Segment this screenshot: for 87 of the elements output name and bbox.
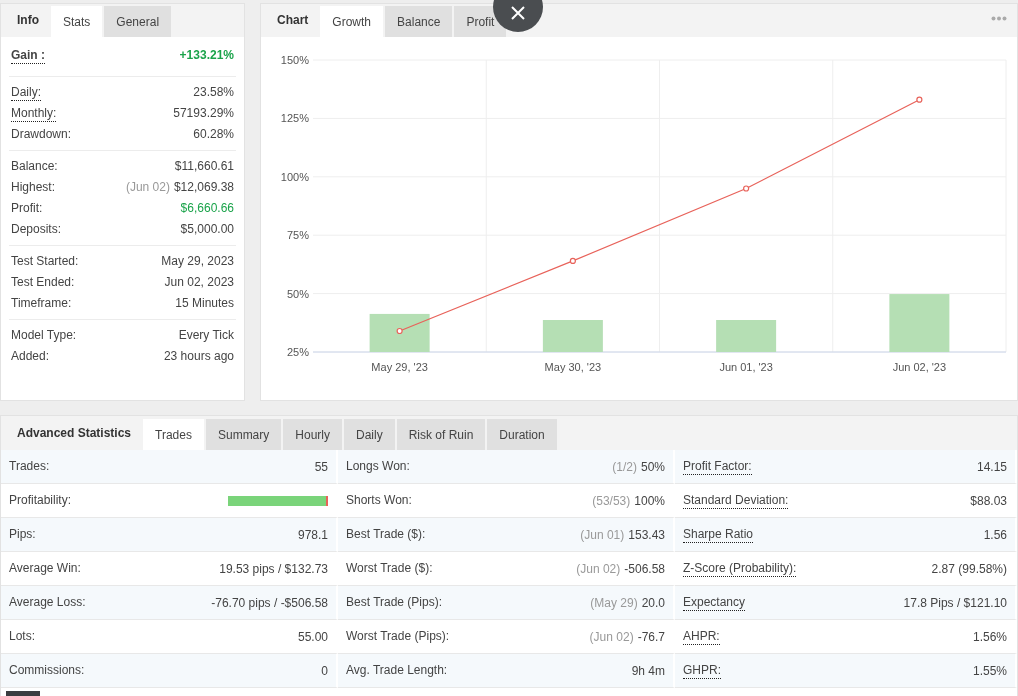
stat-label: Trades:: [9, 458, 50, 475]
stat-value: $12,069.38: [173, 179, 234, 196]
panel-heading: Advanced Statistics: [16, 425, 133, 442]
stat-label: Gain :: [11, 48, 45, 64]
stat-label: Test Started:: [11, 254, 79, 270]
stat-label: Average Loss:: [9, 594, 86, 611]
stat-label: Model Type:: [11, 328, 77, 344]
stat-date: (Jun 02): [576, 561, 621, 576]
stat-label: Daily:: [11, 85, 41, 101]
axis-label: 25%: [286, 346, 309, 358]
stat-label: Drawdown:: [11, 127, 72, 143]
stat-value: 100%: [634, 493, 665, 508]
stat-value: 55.00: [297, 629, 328, 644]
axis-label: May 29, '23: [371, 361, 428, 373]
stat-label: Deposits:: [11, 222, 62, 238]
stat-value: 1.55%: [972, 663, 1007, 678]
stat-value: 153.43: [628, 527, 665, 542]
stat-label: AHPR:: [683, 628, 720, 645]
stat-label: Best Trade ($):: [346, 526, 426, 543]
stat-label: Worst Trade (Pips):: [346, 628, 450, 645]
stat-label: Worst Trade ($):: [346, 560, 433, 577]
stat-label: Best Trade (Pips):: [346, 594, 443, 611]
panel-heading: Chart: [276, 12, 310, 29]
stat-label: Average Win:: [9, 560, 81, 577]
stat-label: Timeframe:: [11, 296, 72, 312]
stat-label: Longs Won:: [346, 458, 410, 475]
axis-label: 75%: [286, 229, 309, 242]
stat-date: (53/53): [592, 493, 631, 508]
stat-value: May 29, 2023: [161, 253, 234, 270]
stat-label: Standard Deviation:: [683, 492, 789, 509]
stat-value: 15 Minutes: [175, 295, 234, 312]
stat-value: 55: [314, 459, 328, 474]
stat-value: +133.21%: [179, 47, 234, 64]
stat-label: Commissions:: [9, 662, 85, 679]
stat-value: 57193.29%: [173, 105, 234, 122]
stat-value: -506.58: [624, 561, 665, 576]
stat-value: 23.58%: [193, 84, 234, 101]
stat-label: Shorts Won:: [346, 492, 412, 509]
stat-label: Avg. Trade Length:: [346, 662, 448, 679]
stat-label: Highest:: [11, 180, 56, 196]
stat-value: -76.7: [637, 629, 665, 644]
stat-value: $5,000.00: [180, 221, 234, 238]
stat-value: $6,660.66: [180, 200, 234, 217]
stat-value: Every Tick: [178, 327, 234, 344]
stat-value: 0: [321, 663, 328, 678]
stat-value: 50%: [640, 459, 665, 474]
axis-label: 100%: [280, 170, 309, 183]
stat-label: Monthly:: [11, 106, 57, 122]
stat-value: 17.8 Pips / $121.10: [903, 595, 1007, 610]
axis-label: Jun 01, '23: [719, 361, 773, 373]
stat-value: 1.56%: [972, 629, 1007, 644]
stat-value: 9h 4m: [631, 663, 665, 678]
stat-label: Balance:: [11, 159, 58, 175]
stat-label: Profit:: [11, 201, 43, 217]
axis-label: May 30, '23: [544, 361, 602, 373]
stat-label: Lots:: [9, 628, 35, 645]
axis-label: 50%: [286, 287, 309, 300]
stat-value: 19.53 pips / $132.73: [219, 561, 328, 576]
stat-value: 23 hours ago: [163, 348, 234, 365]
stat-value: 14.15: [976, 459, 1007, 474]
stat-value: 978.1: [297, 527, 328, 542]
stat-value: 2.87 (99.58%): [931, 561, 1007, 576]
stat-date: (Jun 02): [589, 629, 634, 644]
stat-label: Profit Factor:: [683, 458, 752, 475]
stat-label: Test Ended:: [11, 275, 75, 291]
stat-date: (May 29): [590, 595, 638, 610]
stat-value: Jun 02, 2023: [164, 274, 234, 291]
stat-value: 20.0: [641, 595, 665, 610]
stat-value: $88.03: [970, 493, 1007, 508]
stat-value: 1.56: [983, 527, 1007, 542]
stat-value: -76.70 pips / -$506.58: [211, 595, 328, 610]
axis-label: 150%: [280, 54, 309, 66]
stat-label: Pips:: [9, 526, 36, 543]
stat-date: (Jun 01): [580, 527, 625, 542]
stat-date: (1/2): [612, 459, 637, 474]
axis-label: Jun 02, '23: [892, 361, 947, 373]
panel-heading: Info: [16, 12, 40, 29]
stat-label: Z-Score (Probability):: [683, 560, 797, 577]
stat-label: Added:: [11, 349, 50, 365]
stat-date: (Jun 02): [125, 179, 170, 196]
axis-label: 125%: [280, 112, 309, 125]
stat-label: Expectancy: [683, 594, 746, 611]
stat-label: Sharpe Ratio: [683, 526, 754, 543]
stat-label: GHPR:: [683, 662, 721, 679]
stat-label: Profitability:: [9, 492, 72, 509]
stat-value: $11,660.61: [174, 158, 234, 175]
stat-value: 60.28%: [193, 126, 234, 143]
